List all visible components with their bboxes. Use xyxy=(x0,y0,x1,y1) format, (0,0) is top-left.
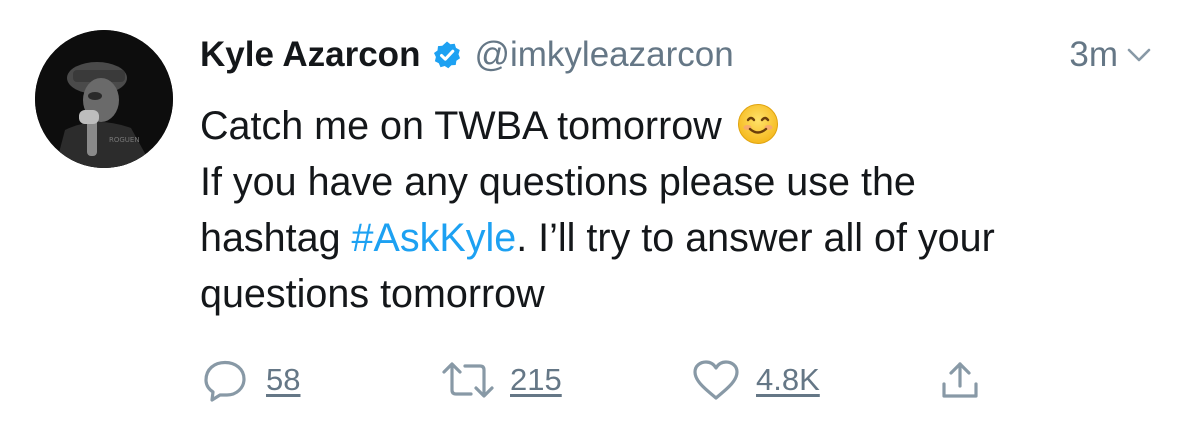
share-icon xyxy=(938,358,982,402)
retweet-button[interactable]: 215 xyxy=(440,355,562,405)
reply-count: 58 xyxy=(266,362,301,397)
tweet-meta: 3m xyxy=(1069,30,1152,80)
retweet-count: 215 xyxy=(510,362,562,397)
tweet-text: Catch me on TWBA tomorrow If you have an… xyxy=(200,98,1170,322)
share-button[interactable] xyxy=(938,355,982,405)
reply-button[interactable]: 58 xyxy=(200,355,300,405)
tweet-text-line: Catch me on TWBA tomorrow xyxy=(200,98,1170,154)
heart-icon xyxy=(690,358,742,402)
tweet-header: Kyle Azarcon @imkyleazarcon xyxy=(200,30,734,80)
chevron-down-icon[interactable] xyxy=(1126,42,1152,68)
avatar[interactable]: ROGUEN xyxy=(35,30,173,168)
tweet-text-segment: hashtag xyxy=(200,216,352,260)
smiling-face-icon xyxy=(737,103,779,145)
tweet-actions: 58 215 4.8K xyxy=(200,355,1000,405)
hashtag-link[interactable]: #AskKyle xyxy=(352,216,517,260)
tweet-text-segment: . I’ll try to answer all of your xyxy=(516,216,995,260)
tweet: ROGUEN Kyle Azarcon @imkyleazarcon 3m Ca… xyxy=(0,0,1200,427)
timestamp[interactable]: 3m xyxy=(1069,35,1118,75)
like-count: 4.8K xyxy=(756,362,820,397)
like-button[interactable]: 4.8K xyxy=(690,355,820,405)
tweet-text-line: hashtag #AskKyle. I’ll try to answer all… xyxy=(200,210,1170,266)
tweet-text-line: If you have any questions please use the xyxy=(200,160,916,204)
retweet-icon xyxy=(440,358,496,402)
reply-icon xyxy=(200,358,252,402)
tweet-text-line: questions tomorrow xyxy=(200,272,545,316)
tweet-text-segment: Catch me on TWBA tomorrow xyxy=(200,104,722,148)
user-handle[interactable]: @imkyleazarcon xyxy=(474,35,733,75)
display-name[interactable]: Kyle Azarcon xyxy=(200,35,420,75)
svg-text:ROGUEN: ROGUEN xyxy=(109,136,140,144)
verified-badge-icon xyxy=(432,40,462,70)
